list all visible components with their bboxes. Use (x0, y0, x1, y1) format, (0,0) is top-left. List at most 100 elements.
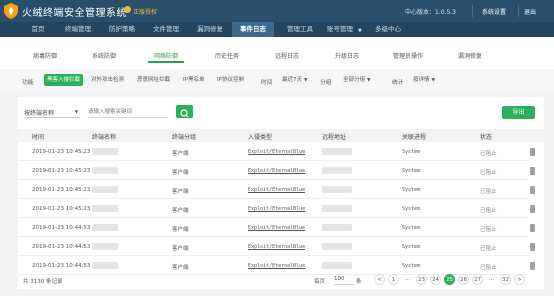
cell-intrusion-type[interactable]: Exploit/EternalBlue (248, 263, 305, 269)
nav-file-management[interactable]: 文件管理 (148, 22, 184, 37)
ip-protocol-button[interactable]: IP协议控制 (214, 74, 247, 86)
nav-terminal-management[interactable]: 终端管理 (60, 22, 96, 37)
col-process[interactable]: 关联进程 (402, 132, 426, 141)
search-field-select[interactable]: 按终端名称 ▼ (24, 108, 80, 118)
cell-time: 2019-01-23 10:45:23 (32, 168, 91, 174)
redacted-terminal-name (92, 148, 118, 155)
system-settings-link[interactable]: 系统设置 (482, 7, 506, 16)
table-row[interactable]: 2019-01-23 10:45:23 客户端 Exploit/EternalBlu… (18, 199, 535, 218)
page-ellipsis: ... (404, 276, 411, 282)
hacker-intrusion-button[interactable]: 黑客入侵拦截 (44, 74, 84, 86)
exit-link[interactable]: 退出 (524, 7, 536, 16)
row-scroll-marker (530, 148, 535, 156)
nav-vuln-repair[interactable]: 漏洞修复 (192, 22, 228, 37)
search-input[interactable] (88, 107, 168, 118)
tab-admin-operations[interactable]: 管理员操作 (393, 51, 423, 63)
page-button[interactable]: 24 (430, 274, 441, 285)
next-page-button[interactable]: > (514, 274, 525, 285)
prev-page-button[interactable]: < (374, 274, 385, 285)
nav-home[interactable]: 首页 (24, 22, 52, 37)
cell-group: 客户端 (172, 151, 189, 157)
cell-process: System (402, 244, 421, 250)
table-row[interactable]: 2019-01-23 10:44:53 客户端 Exploit/EternalBlu… (18, 237, 535, 256)
redacted-terminal-name (92, 262, 118, 269)
stat-value: 按详情 (413, 77, 430, 83)
cell-process: System (402, 149, 421, 155)
table-row[interactable]: 2019-01-23 10:45:23 客户端 Exploit/EternalBlu… (18, 161, 535, 180)
chevron-down-icon: ▼ (74, 109, 78, 114)
top-bar: 火绒终端安全管理系统 正版授权 中心版本：1.0.5.3 系统设置 退出 (0, 0, 554, 22)
nav-account-management[interactable]: 账号管理 (322, 22, 358, 37)
cell-status: 已阻止 (480, 227, 497, 233)
function-label: 功能 (22, 80, 34, 86)
cell-group: 客户端 (172, 170, 189, 176)
tab-virus-defense[interactable]: 病毒防御 (33, 51, 57, 63)
nav-management-tools[interactable]: 管理工具 (282, 22, 318, 37)
col-time[interactable]: 时间 (32, 132, 44, 141)
cell-process: System (402, 187, 421, 193)
export-button[interactable]: 导出 (502, 106, 535, 119)
cell-intrusion-type[interactable]: Exploit/EternalBlue (248, 225, 305, 231)
outbound-attack-button[interactable]: 对外攻击检测 (88, 74, 127, 86)
search-button[interactable] (176, 105, 193, 118)
col-terminal-group[interactable]: 终端分组 (172, 132, 196, 141)
page-ellipsis: ... (488, 276, 495, 282)
nav-multi-center[interactable]: 多级中心 (370, 22, 406, 37)
page-button[interactable]: 1 (388, 274, 399, 285)
row-scroll-marker (530, 243, 535, 251)
table-row[interactable]: 2019-01-23 10:44:53 客户端 Exploit/EternalBlu… (18, 218, 535, 237)
tab-vuln-repair[interactable]: 漏洞修复 (458, 51, 482, 63)
redacted-remote-address (322, 243, 352, 250)
stat-dropdown[interactable]: 按详情 ▼ (410, 74, 438, 86)
cell-status: 已阻止 (480, 208, 497, 214)
cell-intrusion-type[interactable]: Exploit/EternalBlue (248, 149, 305, 155)
cell-status: 已阻止 (480, 151, 497, 157)
cell-intrusion-type[interactable]: Exploit/EternalBlue (248, 168, 305, 174)
cell-intrusion-type[interactable]: Exploit/EternalBlue (248, 187, 305, 193)
nav-event-log[interactable]: 事件日志 (232, 22, 274, 37)
row-scroll-marker (530, 224, 535, 232)
col-remote-address[interactable]: 远程地址 (322, 132, 346, 141)
tab-system-defense[interactable]: 系统防御 (92, 51, 116, 63)
cell-intrusion-type[interactable]: Exploit/EternalBlue (248, 244, 305, 250)
per-page-select[interactable]: 100 (334, 274, 354, 285)
malicious-url-button[interactable]: 恶意网址拦截 (134, 74, 173, 86)
page-button[interactable]: 23 (416, 274, 427, 285)
cell-intrusion-type[interactable]: Exploit/EternalBlue (248, 206, 305, 212)
tab-history-tasks[interactable]: 历史任务 (215, 51, 239, 63)
page-button-current[interactable]: 25 (444, 274, 455, 285)
table-row[interactable]: 2019-01-23 10:45:23 客户端 Exploit/EternalBlu… (18, 142, 535, 161)
redacted-terminal-name (92, 167, 118, 174)
col-terminal-name[interactable]: 终端名称 (92, 132, 116, 141)
chevron-down-icon: ▼ (304, 78, 308, 83)
cell-process: System (402, 206, 421, 212)
table-row[interactable]: 2019-01-23 10:45:23 客户端 Exploit/EternalBlu… (18, 180, 535, 199)
tab-remote-log[interactable]: 远程日志 (275, 51, 299, 63)
tab-network-defense[interactable]: 网络防御 (148, 51, 185, 63)
page-button[interactable]: 32 (500, 274, 511, 285)
version-label: 中心版本：1.0.5.3 (405, 9, 456, 16)
col-status[interactable]: 状态 (480, 132, 492, 141)
page-button[interactable]: 26 (458, 274, 469, 285)
cell-time: 2019-01-23 10:45:23 (32, 187, 91, 193)
redacted-remote-address (322, 205, 352, 212)
app-title: 火绒终端安全管理系统 (22, 8, 127, 19)
redacted-terminal-name (92, 243, 118, 250)
per-page-value: 100 (334, 276, 345, 282)
sub-nav: 病毒防御 系统防御 网络防御 历史任务 远程日志 升级日志 管理员操作 漏洞修复 (0, 37, 554, 69)
cell-process: System (402, 263, 421, 269)
chevron-down-icon: ▼ (358, 28, 362, 34)
col-intrusion-type[interactable]: 入侵类型 (248, 132, 272, 141)
tab-upgrade-log[interactable]: 升级日志 (335, 51, 359, 63)
stat-label: 统计 (392, 80, 404, 86)
page-button[interactable]: 27 (472, 274, 483, 285)
ip-blacklist-button[interactable]: IP黑名单 (180, 74, 207, 86)
row-scroll-marker (530, 262, 535, 270)
cell-process: System (402, 225, 421, 231)
redacted-remote-address (322, 186, 352, 193)
nav-protection-policy[interactable]: 防护策略 (104, 22, 140, 37)
cell-process: System (402, 168, 421, 174)
group-dropdown[interactable]: 全部分组 ▼ (340, 74, 373, 86)
time-dropdown[interactable]: 最近7天 ▼ (279, 74, 310, 86)
cell-status: 已阻止 (480, 170, 497, 176)
